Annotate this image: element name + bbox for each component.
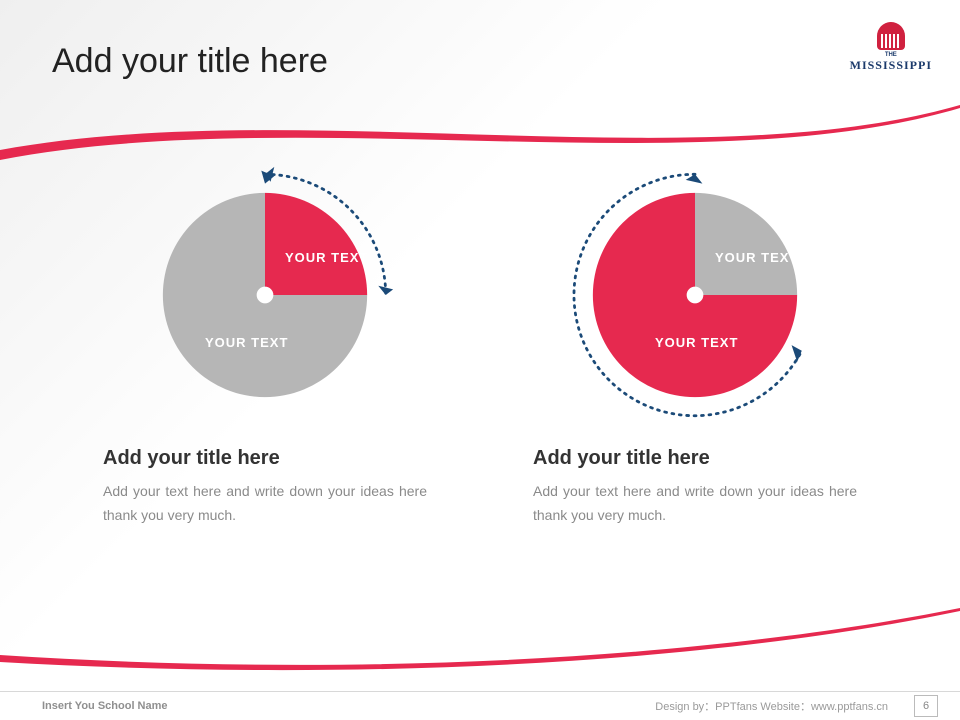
slice-label-d: YOUR TEXT: [655, 335, 738, 352]
page-title: Add your title here: [52, 42, 328, 81]
chart-right-desc: Add your text here and write down your i…: [533, 480, 857, 528]
swoosh-top: [0, 90, 960, 170]
pie-right: YOUR TEXT YOUR TEXT: [565, 165, 825, 425]
slice-label-a: YOUR TEXT: [285, 250, 368, 267]
logo-text: MISSISSIPPI: [850, 58, 932, 73]
slice-label-b: YOUR TEXT: [205, 335, 288, 352]
chart-right: YOUR TEXT YOUR TEXT Add your title here …: [525, 165, 865, 528]
footer: Insert You School Name Design by：PPTfans…: [0, 691, 960, 720]
charts-row: YOUR TEXT YOUR TEXT Add your title here …: [0, 165, 960, 528]
university-logo: THE MISSISSIPPI: [850, 22, 932, 73]
chart-left: YOUR TEXT YOUR TEXT Add your title here …: [95, 165, 435, 528]
swoosh-bottom: [0, 600, 960, 680]
chart-right-title: Add your title here: [533, 447, 710, 470]
footer-school: Insert You School Name: [42, 700, 168, 712]
footer-credit: Design by：PPTfans Website：www.pptfans.cn: [655, 698, 888, 714]
page-number: 6: [914, 695, 938, 717]
slide: Add your title here THE MISSISSIPPI: [0, 0, 960, 720]
chart-left-title: Add your title here: [103, 447, 280, 470]
logo-dome-icon: [877, 22, 905, 50]
slice-label-c: YOUR TEXT: [715, 250, 798, 267]
pie-left: YOUR TEXT YOUR TEXT: [135, 165, 395, 425]
chart-left-desc: Add your text here and write down your i…: [103, 480, 427, 528]
